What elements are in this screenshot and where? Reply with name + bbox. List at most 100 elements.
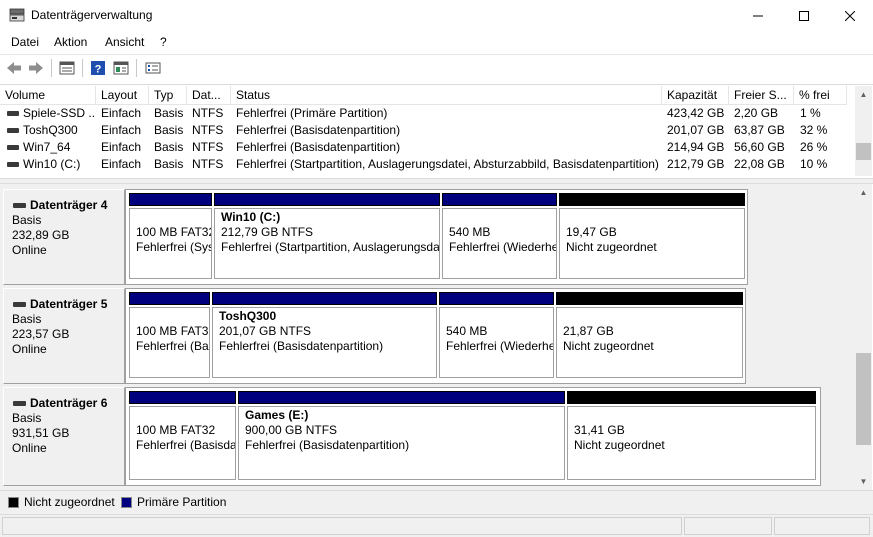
legend-swatch-primary — [121, 497, 132, 508]
scroll-up-icon[interactable]: ▲ — [855, 184, 872, 201]
volume-list: Volume Layout Typ Dat... Status Kapazitä… — [0, 84, 873, 177]
partition-body: 21,87 GB Nicht zugeordnet — [556, 307, 743, 378]
volume-row[interactable]: Spiele-SSD ... Einfach Basis NTFS Fehler… — [0, 105, 855, 122]
partition[interactable]: 100 MB FAT32 Fehlerfrei (Systempartition… — [129, 190, 212, 282]
drive-icon — [7, 145, 19, 150]
legend-swatch-unallocated — [8, 497, 19, 508]
partition-body: 31,41 GB Nicht zugeordnet — [567, 406, 816, 480]
disk-size: 232,89 GB — [12, 228, 70, 242]
partition-body: 540 MB Fehlerfrei (Wiederherstellungspar… — [442, 208, 557, 279]
partition-strip: 100 MB FAT32 Fehlerfrei (Basisdatenparti… — [125, 387, 821, 486]
list-view-icon[interactable] — [57, 58, 77, 78]
partition-status: Nicht zugeordnet — [566, 240, 657, 254]
volume-typ: Basis — [154, 157, 184, 171]
disk-view-scrollbar[interactable]: ▲ ▼ — [855, 184, 872, 490]
maximize-button[interactable] — [781, 0, 827, 31]
partition-status: Nicht zugeordnet — [563, 339, 654, 353]
drive-icon — [7, 111, 19, 116]
partition-color-bar — [129, 193, 212, 206]
partition-status: Fehlerfrei (Basisdatenpartition) — [219, 339, 384, 353]
volume-prozent-frei: 32 % — [800, 123, 828, 137]
volume-kapazitaet: 212,79 GB — [667, 157, 725, 171]
partition-color-bar — [238, 391, 565, 404]
disk-size: 931,51 GB — [12, 426, 70, 440]
volume-dateisystem: NTFS — [192, 123, 224, 137]
column-header-status[interactable]: Status — [231, 86, 662, 105]
close-button[interactable] — [827, 0, 873, 31]
volume-typ: Basis — [154, 140, 184, 154]
disk-graphical-view: Datenträger 4 Basis 232,89 GB Online 100… — [0, 184, 855, 490]
svg-text:?: ? — [95, 64, 102, 76]
scroll-up-icon[interactable]: ▲ — [855, 86, 872, 103]
partition-color-bar — [129, 292, 210, 305]
menu-datei[interactable]: Datei — [11, 35, 39, 49]
disk-list-icon[interactable] — [143, 58, 163, 78]
partition[interactable]: 31,41 GB Nicht zugeordnet — [567, 388, 816, 483]
scrollbar-thumb[interactable] — [856, 353, 871, 445]
legend: Nicht zugeordnet Primäre Partition — [0, 490, 873, 514]
volume-layout: Einfach — [101, 140, 142, 154]
volume-name: Win10 (C:) — [23, 157, 81, 171]
partition[interactable]: 540 MB Fehlerfrei (Wiederherstellungspar… — [439, 289, 554, 381]
back-arrow-icon[interactable] — [4, 58, 24, 78]
column-header-layout[interactable]: Layout — [96, 86, 149, 105]
column-header-typ[interactable]: Typ — [149, 86, 187, 105]
properties-view-icon[interactable] — [111, 58, 131, 78]
disk-state: Online — [12, 441, 47, 455]
volume-row[interactable]: Win7_64 Einfach Basis NTFS Fehlerfrei (B… — [0, 139, 855, 156]
scrollbar-thumb[interactable] — [856, 143, 871, 160]
partition[interactable]: 540 MB Fehlerfrei (Wiederherstellungspar… — [442, 190, 557, 282]
partition[interactable]: 19,47 GB Nicht zugeordnet — [559, 190, 745, 282]
volume-list-scrollbar[interactable]: ▲ — [855, 86, 872, 176]
status-bar-pane — [774, 517, 870, 535]
partition[interactable]: Games (E:) 900,00 GB NTFS Fehlerfrei (Ba… — [238, 388, 565, 483]
scroll-down-icon[interactable]: ▼ — [855, 473, 872, 490]
partition[interactable]: 100 MB FAT32 Fehlerfrei (Basisdatenparti… — [129, 388, 236, 483]
partition-body: 540 MB Fehlerfrei (Wiederherstellungspar… — [439, 307, 554, 378]
disk-label[interactable]: Datenträger 5 Basis 223,57 GB Online — [3, 288, 125, 384]
menu-ansicht[interactable]: Ansicht — [105, 35, 144, 49]
partition-size: 21,87 GB — [563, 324, 614, 338]
disk-name-line: Datenträger 6 — [12, 396, 124, 411]
help-icon[interactable]: ? — [88, 58, 108, 78]
volume-prozent-frei: 26 % — [800, 140, 828, 154]
volume-status: Fehlerfrei (Startpartition, Auslagerungs… — [236, 157, 659, 171]
disk-type: Basis — [12, 312, 42, 326]
volume-row[interactable]: Win10 (C:) Einfach Basis NTFS Fehlerfrei… — [0, 156, 855, 173]
partition-size: 100 MB FAT32 — [136, 423, 216, 437]
disk-label[interactable]: Datenträger 4 Basis 232,89 GB Online — [3, 189, 125, 285]
partition-title: ToshQ300 — [219, 309, 277, 323]
volume-row[interactable]: ToshQ300 Einfach Basis NTFS Fehlerfrei (… — [0, 122, 855, 139]
volume-status: Fehlerfrei (Basisdatenpartition) — [236, 140, 401, 154]
volume-freier-speicher: 63,87 GB — [734, 123, 785, 137]
column-header-prozent-frei[interactable]: % frei — [794, 86, 847, 105]
column-header-volume[interactable]: Volume — [0, 86, 96, 105]
partition[interactable]: Win10 (C:) 212,79 GB NTFS Fehlerfrei (St… — [214, 190, 440, 282]
disk-management-app-icon — [9, 8, 25, 22]
partition-strip: 100 MB FAT32 Fehlerfrei (Basisdatenparti… — [125, 288, 746, 384]
partition-body: ToshQ300 201,07 GB NTFS Fehlerfrei (Basi… — [212, 307, 437, 378]
partition-status: Fehlerfrei (Startpartition, Auslagerungs… — [221, 240, 440, 254]
minimize-button[interactable] — [735, 0, 781, 31]
menu-aktion[interactable]: Aktion — [54, 35, 87, 49]
partition-status: Fehlerfrei (Basisdatenpartition) — [245, 438, 410, 452]
drive-icon — [7, 162, 19, 167]
disk-type: Basis — [12, 213, 42, 227]
forward-arrow-icon[interactable] — [26, 58, 46, 78]
menu-help[interactable]: ? — [160, 35, 167, 49]
partition[interactable]: 21,87 GB Nicht zugeordnet — [556, 289, 743, 381]
partition-color-bar — [442, 193, 557, 206]
disk-size: 223,57 GB — [12, 327, 70, 341]
partition-body: Games (E:) 900,00 GB NTFS Fehlerfrei (Ba… — [238, 406, 565, 480]
window-title: Datenträgerverwaltung — [31, 8, 153, 22]
column-header-dateisystem[interactable]: Dat... — [187, 86, 231, 105]
disk-icon — [13, 203, 26, 208]
volume-name: Spiele-SSD ... — [23, 106, 95, 120]
column-header-kapazitaet[interactable]: Kapazität — [662, 86, 729, 105]
partition[interactable]: 100 MB FAT32 Fehlerfrei (Basisdatenparti… — [129, 289, 210, 381]
status-bar-pane — [2, 517, 682, 535]
volume-prozent-frei: 10 % — [800, 157, 828, 171]
partition[interactable]: ToshQ300 201,07 GB NTFS Fehlerfrei (Basi… — [212, 289, 437, 381]
disk-label[interactable]: Datenträger 6 Basis 931,51 GB Online — [3, 387, 125, 486]
column-header-freier-speicher[interactable]: Freier S... — [729, 86, 794, 105]
